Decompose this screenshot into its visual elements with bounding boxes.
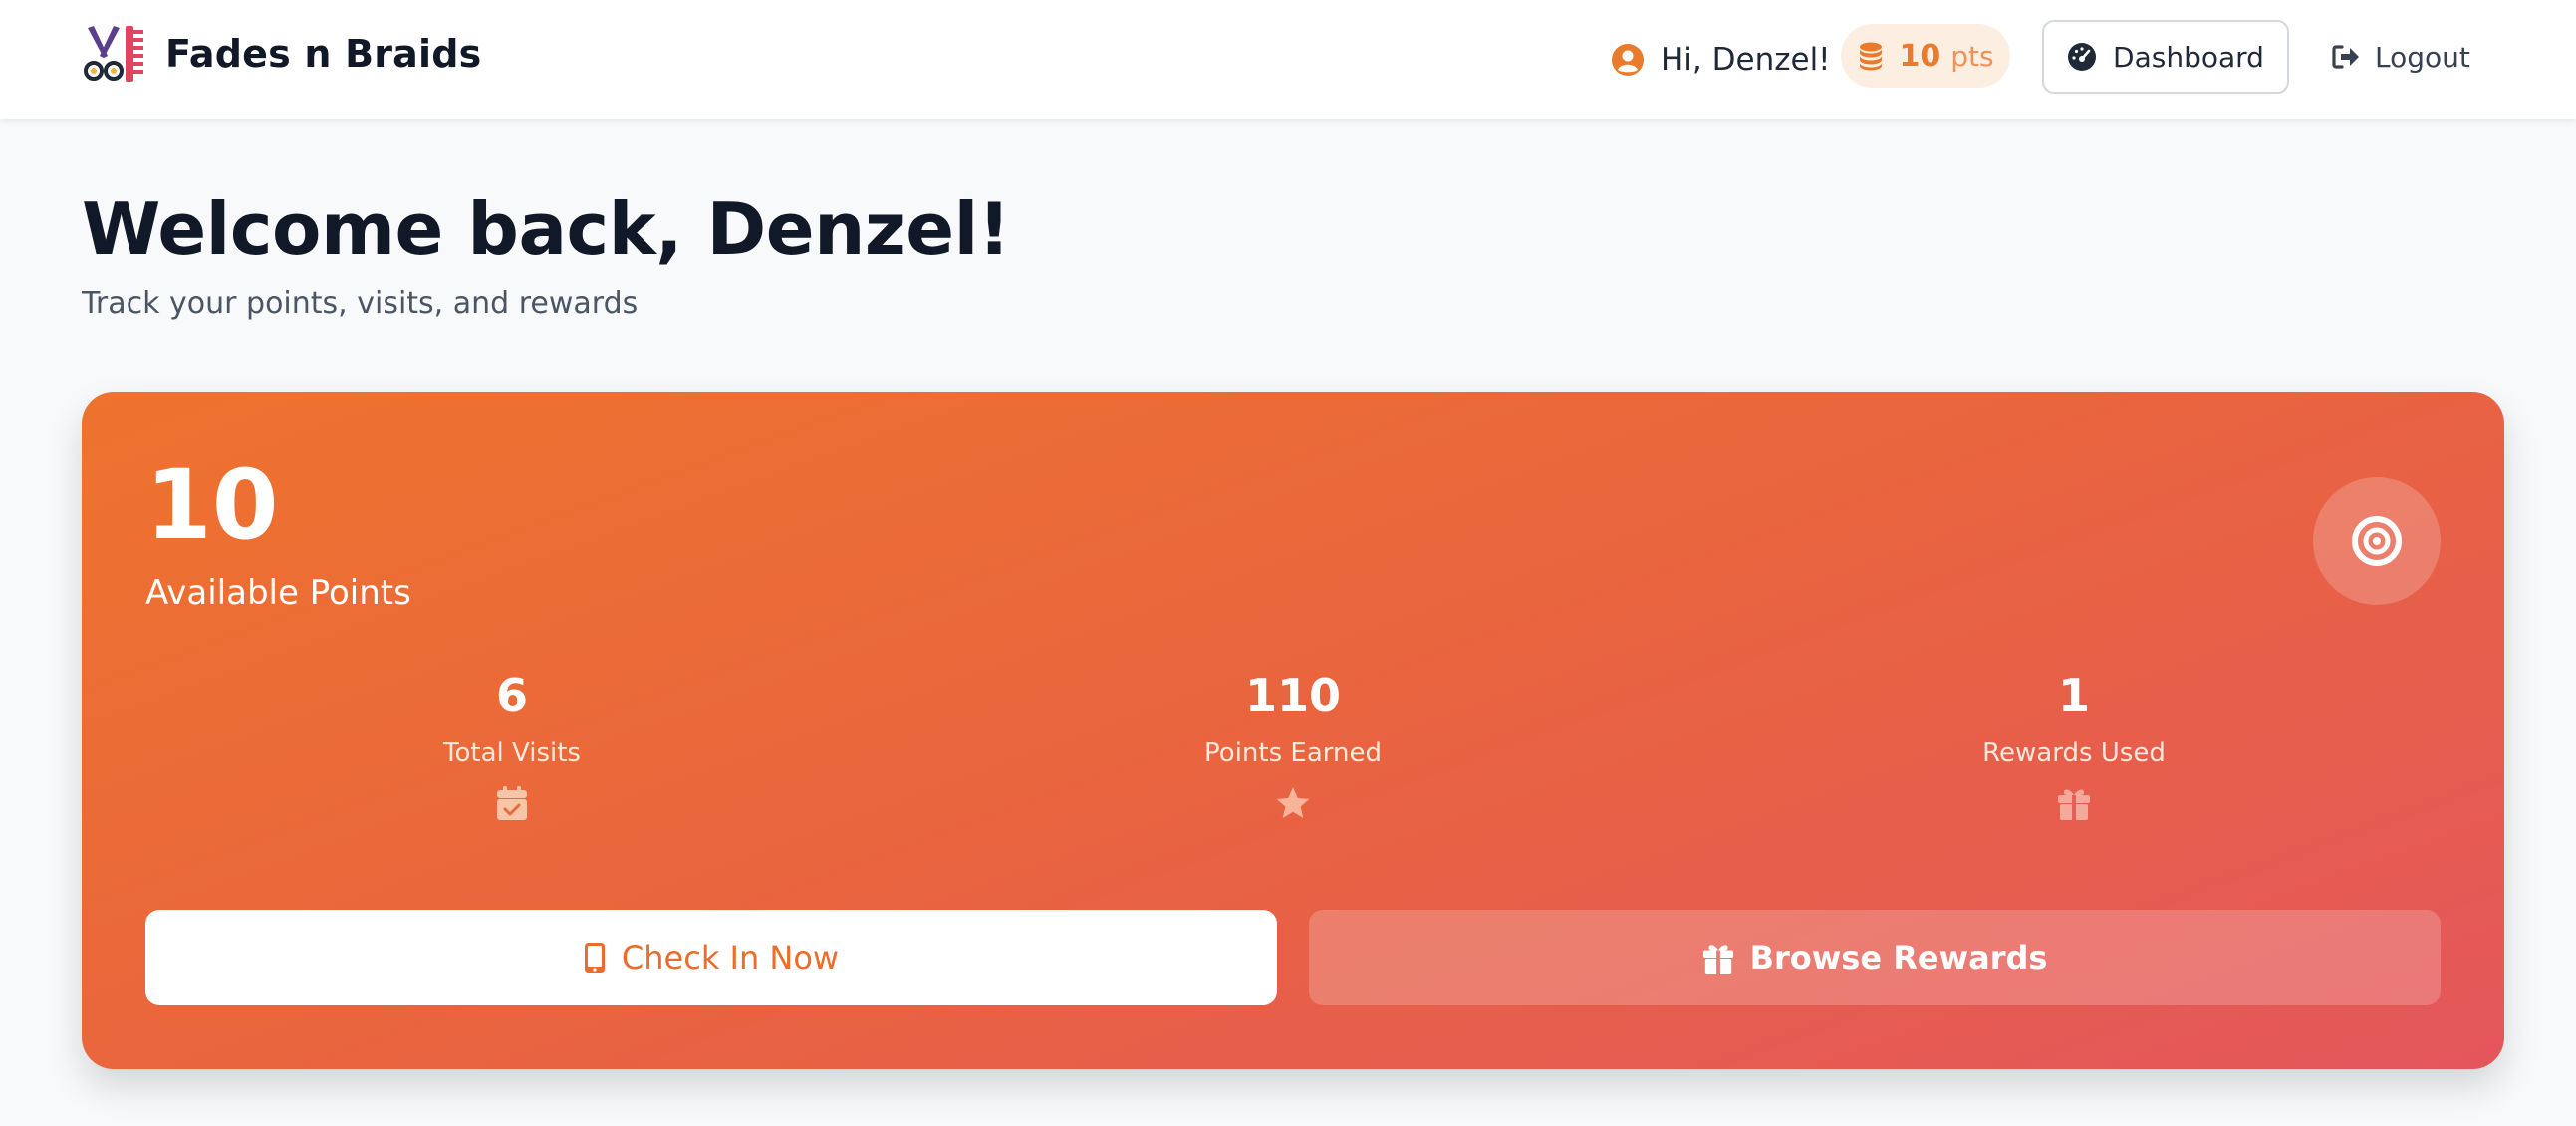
stat-value: 110 xyxy=(1244,669,1342,722)
calendar-check-icon xyxy=(497,786,527,820)
gauge-icon xyxy=(2068,43,2097,71)
scissors-comb-icon xyxy=(84,26,143,82)
target-icon xyxy=(2352,516,2402,566)
user-greeting: Hi, Denzel! xyxy=(1611,0,1831,119)
stat-value: 1 xyxy=(2057,669,2090,722)
points-badge: 10 pts xyxy=(1841,24,2010,88)
browse-rewards-button-label: Browse Rewards xyxy=(1749,939,2048,977)
gift-icon xyxy=(1702,945,1733,974)
stat-points-earned: 110 Points Earned xyxy=(1094,673,1492,822)
stat-value: 6 xyxy=(495,669,528,722)
stat-label: Points Earned xyxy=(1204,738,1382,768)
check-in-button[interactable]: Check In Now xyxy=(145,910,1277,1005)
target-badge xyxy=(2313,477,2441,605)
available-points-label: Available Points xyxy=(145,573,411,613)
available-points-value: 10 xyxy=(145,449,279,561)
brand-link[interactable]: Fades n Braids xyxy=(82,24,481,84)
gift-icon xyxy=(2058,789,2090,820)
brand-name: Fades n Braids xyxy=(165,32,482,76)
points-badge-unit: pts xyxy=(1950,39,1994,73)
stat-label: Rewards Used xyxy=(1982,738,2166,768)
page-title: Welcome back, Denzel! xyxy=(82,187,1011,271)
check-in-button-label: Check In Now xyxy=(621,939,840,977)
mobile-phone-icon xyxy=(584,943,605,973)
points-card: 10 Available Points 6 Total Visits 110 P… xyxy=(82,392,2504,1069)
stat-rewards-used: 1 Rewards Used xyxy=(1875,673,2273,822)
stat-label: Total Visits xyxy=(443,738,581,768)
dashboard-button-label: Dashboard xyxy=(2113,40,2264,74)
points-badge-value: 10 xyxy=(1899,38,1941,74)
logout-button-label: Logout xyxy=(2375,40,2470,74)
coins-icon xyxy=(1860,42,1883,71)
star-icon xyxy=(1276,787,1310,818)
user-circle-icon xyxy=(1612,43,1644,76)
sign-out-icon xyxy=(2332,45,2359,69)
browse-rewards-button[interactable]: Browse Rewards xyxy=(1309,910,2441,1005)
top-navbar: Fades n Braids Hi, Denzel! 10 pts Dashbo… xyxy=(0,0,2576,119)
stat-total-visits: 6 Total Visits xyxy=(313,673,711,822)
logout-button[interactable]: Logout xyxy=(2331,20,2480,94)
dashboard-button[interactable]: Dashboard xyxy=(2042,20,2289,94)
greeting-text: Hi, Denzel! xyxy=(1661,41,1831,78)
page-subtitle: Track your points, visits, and rewards xyxy=(82,286,639,321)
